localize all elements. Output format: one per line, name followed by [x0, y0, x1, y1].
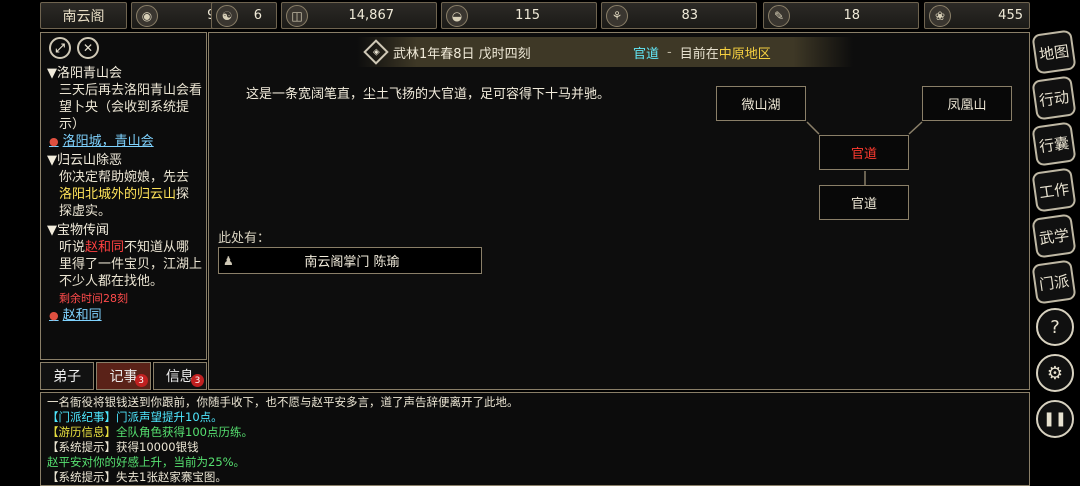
- quest-panel: ⤢ ✕ ▼洛阳青山会 三天后再去洛阳青山会看望卜央（会收到系统提示） ● 洛阳城…: [40, 32, 207, 360]
- quest-item[interactable]: ▼宝物传闻 听说赵和同不知道从哪里得了一件宝贝，江湖上不少人都在找他。 剩余时间…: [41, 220, 206, 324]
- close-icon[interactable]: ✕: [77, 37, 99, 59]
- sect-name-button[interactable]: 南云阁: [40, 2, 127, 29]
- log-line: 【游历信息】全队角色获得100点历练。: [47, 425, 253, 439]
- tab-label: 信息: [165, 369, 194, 385]
- location-pin-icon: ●: [49, 309, 59, 322]
- quest-timer: 剩余时间28刻: [59, 292, 128, 305]
- map-node-phoenix-mountain[interactable]: 凤凰山: [922, 86, 1012, 121]
- scroll-icon: ✎: [768, 4, 790, 27]
- resource-yin-yang[interactable]: ☯ 6: [211, 2, 277, 29]
- location-pin-icon: ●: [49, 135, 59, 148]
- resource-value: 115: [515, 8, 540, 23]
- map-node-south-road[interactable]: 官道: [819, 185, 909, 220]
- quest-location-text: 洛阳城，青山会: [62, 134, 154, 149]
- quest-item[interactable]: ▼洛阳青山会 三天后再去洛阳青山会看望卜央（会收到系统提示） ● 洛阳城，青山会: [41, 63, 206, 150]
- rice-bowl-icon: ◒: [446, 4, 468, 27]
- sect-button[interactable]: 门派: [1031, 259, 1077, 305]
- quest-description: 听说赵和同不知道从哪里得了一件宝贝，江湖上不少人都在找他。: [59, 240, 203, 289]
- tab-label: 记事: [109, 369, 138, 385]
- notification-badge: 3: [190, 374, 204, 387]
- map-path: [908, 121, 923, 135]
- tab-disciples[interactable]: 弟子: [40, 362, 95, 390]
- notification-badge: 3: [134, 374, 148, 387]
- settings-icon[interactable]: ⚙: [1036, 354, 1074, 392]
- resource-value: 455: [998, 8, 1023, 23]
- tab-messages[interactable]: 信息 3: [152, 362, 207, 390]
- highlighted-location: 洛阳北城外的归云山: [59, 187, 177, 202]
- quest-title: ▼宝物传闻: [47, 223, 109, 238]
- bag-button[interactable]: 行囊: [1031, 121, 1077, 167]
- help-icon[interactable]: ?: [1036, 308, 1074, 346]
- highlighted-person: 赵和同: [85, 240, 125, 255]
- log-line: 【门派纪事】门派声望提升10点。: [47, 410, 223, 424]
- martial-arts-button[interactable]: 武学: [1031, 213, 1077, 259]
- tab-journal[interactable]: 记事 3: [96, 362, 151, 390]
- quest-location-link[interactable]: ● 赵和同: [47, 307, 202, 324]
- npc-name: 南云阁掌门 陈瑜: [304, 255, 400, 270]
- map-node-weishan-lake[interactable]: 微山湖: [716, 86, 806, 121]
- action-button[interactable]: 行动: [1031, 75, 1077, 121]
- quest-description: 你决定帮助婉娘，先去洛阳北城外的归云山探探虚实。: [59, 170, 190, 219]
- resource-value: 6: [253, 8, 262, 23]
- map-button[interactable]: 地图: [1031, 29, 1077, 75]
- work-button[interactable]: 工作: [1031, 167, 1077, 213]
- npc-button[interactable]: ♟ 南云阁掌门 陈瑜: [218, 247, 482, 274]
- log-line: 一名衙役将银钱送到你跟前，你随手收下，也不愿与赵平安多言，道了声告辞便离开了此地…: [47, 395, 519, 409]
- message-log[interactable]: 一名衙役将银钱送到你跟前，你随手收下，也不愿与赵平安多言，道了声告辞便离开了此地…: [40, 392, 1030, 486]
- prestige-icon: ◉: [136, 4, 158, 27]
- beast-icon: ❀: [929, 4, 951, 27]
- right-menu: 地图 行动 行囊 工作 武学 门派 ? ⚙ ❚❚: [1031, 29, 1078, 446]
- pause-icon[interactable]: ❚❚: [1036, 400, 1074, 438]
- coin-icon: ◫: [286, 4, 308, 27]
- tab-label: 弟子: [53, 369, 82, 385]
- here-label: 此处有：: [218, 231, 271, 246]
- resource-value: 83: [681, 8, 698, 23]
- resource-beasts[interactable]: ❀ 455: [924, 2, 1030, 29]
- person-icon: ♟: [223, 253, 234, 268]
- resource-value: 18: [843, 8, 860, 23]
- resource-food[interactable]: ◒ 115: [441, 2, 597, 29]
- quest-title: ▼归云山除恶: [47, 153, 122, 168]
- log-line: 赵平安对你的好感上升，当前为25%。: [47, 455, 246, 469]
- log-line: 【系统提示】失去1张赵家寨宝图。: [47, 470, 227, 484]
- quest-location-text: 赵和同: [62, 308, 102, 323]
- herb-icon: ⚘: [606, 4, 628, 27]
- quest-location-link[interactable]: ● 洛阳城，青山会: [47, 133, 202, 150]
- log-line: 【系统提示】获得10000银钱: [47, 440, 199, 454]
- resource-bar: 南云阁 ◉ 955 ☯ 6 ◫ 14,867 ◒ 115 ⚘ 83 ✎ 18 ❀…: [40, 2, 1030, 29]
- quest-item[interactable]: ▼归云山除恶 你决定帮助婉娘，先去洛阳北城外的归云山探探虚实。: [41, 150, 206, 220]
- left-tabs: 弟子 记事 3 信息 3: [40, 362, 207, 390]
- scene-panel: ◈ 武林1年春8日 戊时四刻 官道 - 目前在 中原地区 这是一条宽阔笔直，尘土…: [208, 32, 1030, 390]
- quest-title: ▼洛阳青山会: [47, 66, 122, 81]
- resource-herbs[interactable]: ⚘ 83: [601, 2, 757, 29]
- quest-description: 三天后再去洛阳青山会看望卜央（会收到系统提示）: [59, 83, 203, 132]
- resource-scrolls[interactable]: ✎ 18: [763, 2, 919, 29]
- resource-coins[interactable]: ◫ 14,867: [281, 2, 437, 29]
- map-node-current[interactable]: 官道: [819, 135, 909, 170]
- resource-value: 14,867: [348, 8, 395, 23]
- yin-yang-icon: ☯: [216, 4, 238, 27]
- expand-icon[interactable]: ⤢: [49, 37, 71, 59]
- map-path: [806, 121, 820, 135]
